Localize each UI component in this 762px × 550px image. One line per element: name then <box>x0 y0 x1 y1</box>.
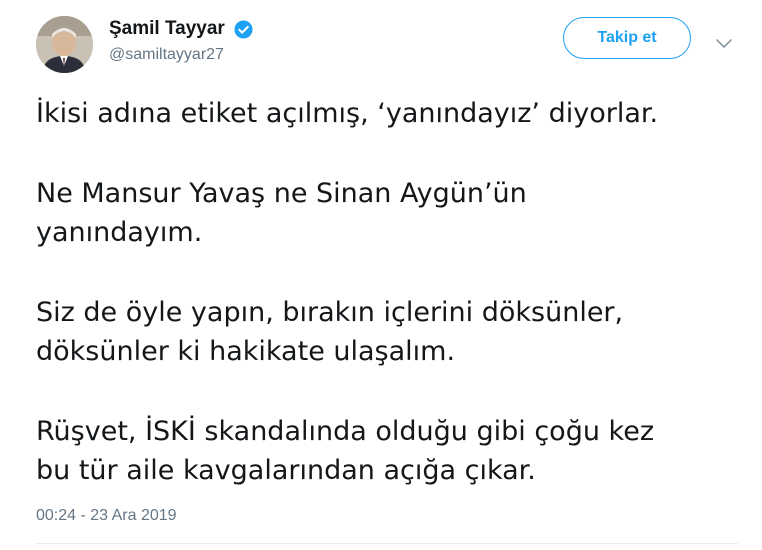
tweet-paragraph: İkisi adına etiket açılmış, ‘yanındayız’… <box>36 94 736 133</box>
text-line: Ne Mansur Yavaş ne Sinan Aygün’ün <box>36 178 527 209</box>
verified-badge-icon <box>234 19 253 39</box>
text-line: Rüşvet, İSKİ skandalında olduğu gibi çoğ… <box>36 416 654 447</box>
text-line: Siz de öyle yapın, bırakın içlerini döks… <box>36 297 624 328</box>
tweet-timestamp[interactable]: 00:24 - 23 Ara 2019 <box>36 507 177 525</box>
tweet-header: Şamil Tayyar @samiltayyar27 Takip et <box>36 12 752 73</box>
divider <box>36 543 738 544</box>
display-name[interactable]: Şamil Tayyar <box>109 18 225 40</box>
avatar[interactable] <box>36 16 93 73</box>
chevron-down-icon[interactable] <box>716 34 732 48</box>
user-handle[interactable]: @samiltayyar27 <box>109 46 253 64</box>
tweet-card: Şamil Tayyar @samiltayyar27 Takip et İki… <box>0 0 762 550</box>
tweet-paragraph: Siz de öyle yapın, bırakın içlerini döks… <box>36 293 736 371</box>
text-line: İkisi adına etiket açılmış, ‘yanındayız’… <box>36 98 659 129</box>
tweet-paragraph: Rüşvet, İSKİ skandalında olduğu gibi çoğ… <box>36 412 736 490</box>
tweet-text: İkisi adına etiket açılmış, ‘yanındayız’… <box>36 94 736 490</box>
text-line: bu tür aile kavgalarından açığa çıkar. <box>36 455 536 486</box>
tweet-paragraph: Ne Mansur Yavaş ne Sinan Aygün’ün yanınd… <box>36 174 736 252</box>
text-line: döksünler ki hakikate ulaşalım. <box>36 336 456 367</box>
follow-button[interactable]: Takip et <box>563 17 691 59</box>
author-block: Şamil Tayyar @samiltayyar27 <box>109 18 253 64</box>
text-line: yanındayım. <box>36 217 203 248</box>
